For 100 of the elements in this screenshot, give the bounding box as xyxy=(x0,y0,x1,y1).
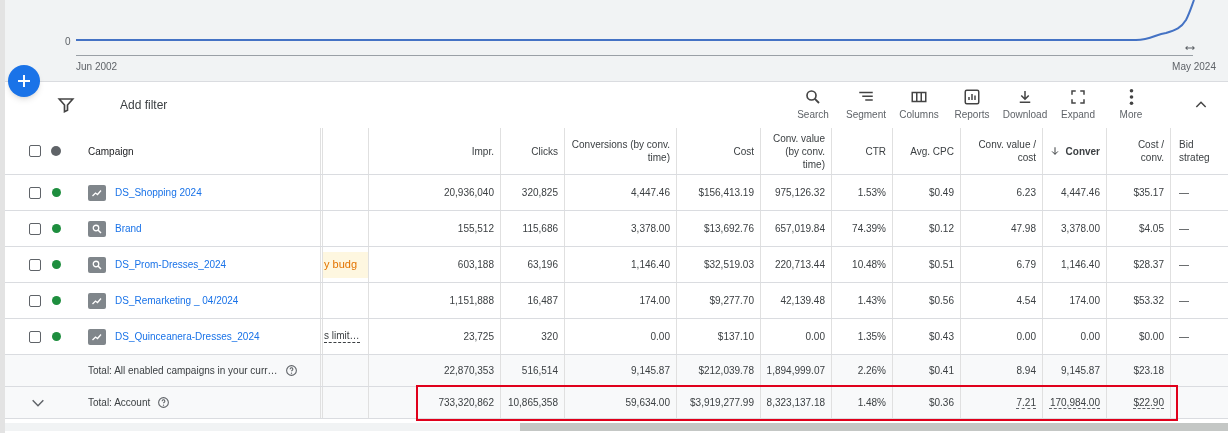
checkbox[interactable] xyxy=(29,294,41,307)
reports-button[interactable]: Reports xyxy=(947,88,997,120)
table-cell-text: — xyxy=(1179,222,1189,236)
table-cell-text: 1,894,999.07 xyxy=(766,364,825,378)
table-cell-text: $0.51 xyxy=(928,258,954,272)
table-cell-text: 63,196 xyxy=(527,258,558,272)
table-cell-text: $0.43 xyxy=(928,330,954,344)
table-cell-text: $212,039.78 xyxy=(698,364,754,378)
checkbox[interactable] xyxy=(29,222,41,235)
table-cell-text: 74.39% xyxy=(852,222,886,236)
scrollbar-thumb[interactable] xyxy=(520,423,1228,431)
table-cell-text: 1,146.40 xyxy=(1061,258,1100,272)
column-header[interactable]: Avg. CPC xyxy=(910,144,954,158)
filter-icon xyxy=(57,96,75,114)
column-header[interactable]: Conv. value (by conv. time) xyxy=(765,131,825,171)
campaign-link[interactable]: DS_Quinceanera-Dresses_2024 xyxy=(115,330,260,343)
checkbox[interactable] xyxy=(29,330,41,343)
axis-label: Jun 2002 xyxy=(76,60,118,74)
column-header[interactable]: Conv. value / cost xyxy=(965,138,1036,164)
column-header[interactable]: Impr. xyxy=(471,144,494,158)
table-cell-text: 9,145.87 xyxy=(1061,364,1100,378)
table-cell-text: 42,139.48 xyxy=(780,294,825,308)
table-cell-text: 603,188 xyxy=(457,258,494,272)
add-filter-link[interactable]: Add filter xyxy=(120,96,168,114)
table-cell-text: $0.49 xyxy=(928,186,954,200)
table-cell-text: 115,686 xyxy=(522,222,558,236)
resize-icon xyxy=(1185,43,1195,53)
campaign-link[interactable]: DS_Prom-Dresses_2024 xyxy=(115,258,227,271)
table-cell-text: $32,519.03 xyxy=(703,258,754,272)
table-cell-text: $0.41 xyxy=(928,364,954,378)
status-warning: y budg xyxy=(323,251,368,278)
column-header[interactable]: CTR xyxy=(865,144,886,158)
table-cell-text: $3,919,277.99 xyxy=(690,396,754,410)
column-header[interactable]: Bid strateg xyxy=(1179,138,1221,164)
column-header[interactable]: Clicks xyxy=(531,144,558,158)
column-header[interactable]: Conver xyxy=(1049,144,1100,158)
table-cell-text: 0.00 xyxy=(1080,330,1100,344)
columns-button[interactable]: Columns xyxy=(894,88,944,120)
table-cell-text: 1.43% xyxy=(857,294,886,308)
table-cell-text: 1.35% xyxy=(857,330,886,344)
table-cell-text: — xyxy=(1179,186,1189,200)
table-cell-text: $0.12 xyxy=(928,222,954,236)
table-cell-text: $23.18 xyxy=(1133,364,1164,378)
column-header[interactable]: Cost xyxy=(733,144,754,158)
table-cell-text: 59,634.00 xyxy=(625,396,670,410)
checkbox[interactable] xyxy=(29,145,41,157)
table-cell-text: 320,825 xyxy=(521,186,558,200)
search-button[interactable]: Search xyxy=(788,88,838,120)
table-cell-text: $35.17 xyxy=(1133,186,1164,200)
status-icon xyxy=(51,146,61,156)
table-cell-text: 10.48% xyxy=(852,258,886,272)
table-cell-text: $53.32 xyxy=(1133,294,1164,308)
column-header[interactable]: Campaign xyxy=(88,143,134,159)
add-button[interactable] xyxy=(8,65,40,97)
table-cell-text: 657,019.84 xyxy=(774,222,825,236)
table-cell-text: 8.94 xyxy=(1016,364,1036,378)
download-button[interactable]: Download xyxy=(1000,88,1050,120)
sort-arrow-icon xyxy=(1049,146,1060,156)
table-cell-text: 220,713.44 xyxy=(774,258,825,272)
table-cell-text: — xyxy=(1179,294,1189,308)
table-cell-text: 0.00 xyxy=(650,330,670,344)
help-icon xyxy=(284,364,298,377)
checkbox[interactable] xyxy=(29,258,41,271)
table-cell-text: 16,487 xyxy=(527,294,558,308)
search-icon xyxy=(804,88,822,106)
more-button[interactable]: More xyxy=(1106,88,1156,120)
table-cell-text: 174.00 xyxy=(1069,294,1100,308)
table-cell-text: $28.37 xyxy=(1133,258,1164,272)
column-header[interactable]: Cost / conv. xyxy=(1128,138,1164,164)
table-cell-text: $156,413.19 xyxy=(698,186,754,200)
table-cell-text: 4.54 xyxy=(1016,294,1036,308)
status-text: s limit… xyxy=(324,330,360,343)
table-cell-text: 47.98 xyxy=(1010,222,1036,236)
table-cell-text: $22.90 xyxy=(1133,396,1164,410)
expand-button[interactable]: Expand xyxy=(1053,88,1103,120)
campaign-link[interactable]: DS_Shopping 2024 xyxy=(115,186,202,199)
table-cell-text: 1,151,888 xyxy=(449,294,494,308)
campaign-link[interactable]: DS_Remarketing _ 04/2024 xyxy=(115,294,239,307)
total-label: Total: Account xyxy=(88,396,151,410)
plus-icon xyxy=(15,72,33,90)
table-cell-text: 7.21 xyxy=(1016,396,1036,410)
table-cell-text: 733,320,862 xyxy=(438,396,494,410)
table-cell-text: 0.00 xyxy=(805,330,825,344)
table-cell-text: $4.05 xyxy=(1138,222,1164,236)
table-cell-text: $9,277.70 xyxy=(709,294,754,308)
axis-label: May 2024 xyxy=(1172,60,1216,74)
checkbox[interactable] xyxy=(29,186,41,199)
table-cell-text: 1.48% xyxy=(857,396,886,410)
column-header[interactable]: Conversions (by conv. time) xyxy=(569,138,670,164)
table-cell-text: 10,865,358 xyxy=(507,396,558,410)
campaign-link[interactable]: Brand xyxy=(115,222,142,235)
table-cell-text: 1,146.40 xyxy=(631,258,670,272)
table-cell-text: 20,936,040 xyxy=(443,186,494,200)
trend-campaign-icon xyxy=(88,328,106,345)
segment-button[interactable]: Segment xyxy=(841,88,891,120)
trend-campaign-icon xyxy=(88,184,106,201)
table-cell-text: $137.10 xyxy=(717,330,754,344)
search-campaign-icon xyxy=(88,220,106,237)
table-cell-text: 516,514 xyxy=(521,364,558,378)
table-cell-text: $0.56 xyxy=(928,294,954,308)
